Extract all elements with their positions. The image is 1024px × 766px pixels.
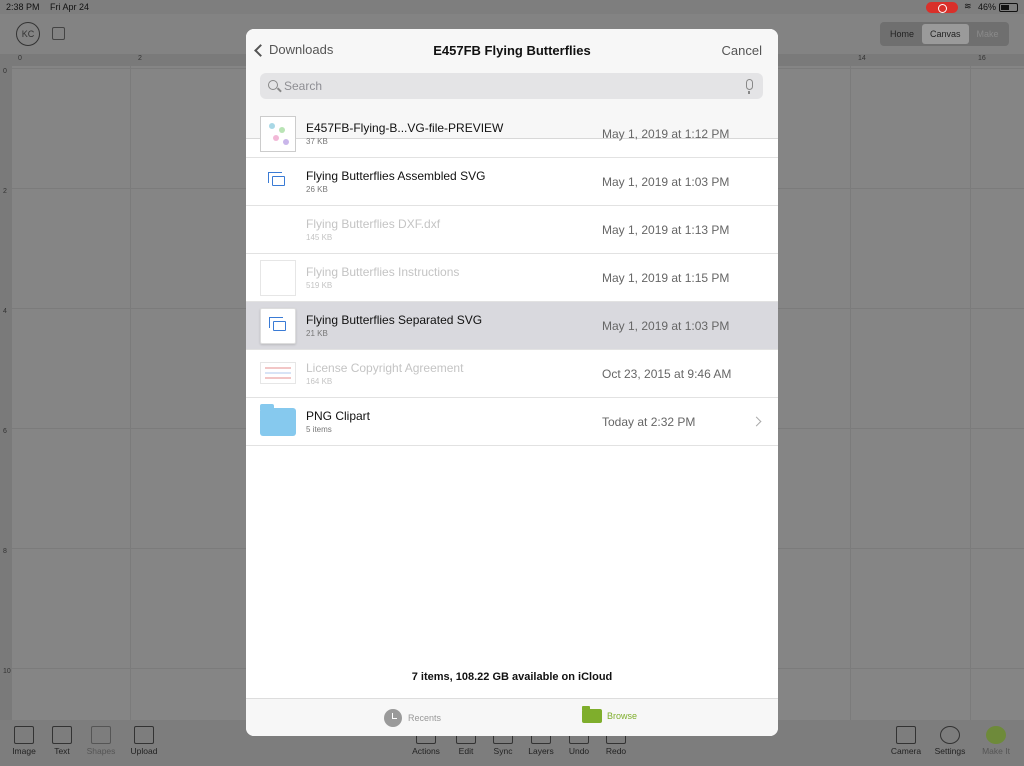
- clock-icon: [384, 709, 402, 727]
- cancel-button[interactable]: Cancel: [722, 43, 762, 58]
- tab-recents-label: Recents: [408, 713, 442, 723]
- picker-title: E457FB Flying Butterflies: [433, 43, 591, 58]
- shapes-button[interactable]: Shapes: [79, 726, 123, 756]
- make-it-button[interactable]: Make It: [974, 726, 1018, 756]
- avatar[interactable]: KC: [16, 22, 40, 46]
- storage-info: 7 items, 108.22 GB available on iCloud: [411, 671, 613, 683]
- file-size: 21 KB: [306, 329, 328, 338]
- file-name: Flying Butterflies Separated SVG: [306, 313, 483, 327]
- camera-icon: [896, 726, 916, 744]
- settings-button[interactable]: Settings: [928, 726, 972, 756]
- file-picker-modal: Downloads E457FB Flying Butterflies Canc…: [246, 29, 778, 736]
- gear-icon: [940, 726, 960, 744]
- file-row-selected[interactable]: Flying Butterflies Separated SVG 21 KB M…: [246, 302, 778, 350]
- folder-item-count: 5 items: [306, 425, 332, 434]
- ruler-mark: 0: [3, 68, 7, 75]
- camera-button[interactable]: Camera: [884, 726, 928, 756]
- status-bar: 2:38 PM Fri Apr 24 ≋ 46%: [0, 0, 1024, 14]
- search-input[interactable]: [284, 76, 734, 96]
- file-row-disabled: License Copyright Agreement 164 KB Oct 2…: [246, 350, 778, 398]
- file-name: License Copyright Agreement: [306, 361, 464, 375]
- battery-percent: 46%: [978, 2, 997, 12]
- ruler-mark: 8: [3, 548, 7, 555]
- file-list: E457FB-Flying-B...VG-file-PREVIEW 37 KB …: [246, 110, 778, 446]
- file-row-disabled: Flying Butterflies DXF.dxf 145 KB May 1,…: [246, 206, 778, 254]
- license-thumbnail-icon: [260, 362, 296, 384]
- file-row[interactable]: E457FB-Flying-B...VG-file-PREVIEW 37 KB …: [246, 110, 778, 158]
- chevron-right-icon: [751, 416, 762, 427]
- folder-name: PNG Clipart: [306, 409, 371, 423]
- folder-row[interactable]: PNG Clipart 5 items Today at 2:32 PM: [246, 398, 778, 446]
- picker-tab-bar: Recents Browse: [246, 698, 778, 736]
- svg-file-icon: [260, 308, 296, 344]
- save-icon[interactable]: [52, 27, 65, 40]
- search-bar[interactable]: [260, 73, 763, 99]
- battery-icon: [999, 3, 1018, 12]
- folder-icon: [260, 404, 296, 436]
- upload-button[interactable]: Upload: [122, 726, 166, 756]
- ruler-mark: 10: [3, 668, 11, 675]
- file-date: May 1, 2019 at 1:03 PM: [602, 319, 730, 333]
- file-name: E457FB-Flying-B...VG-file-PREVIEW: [306, 121, 504, 135]
- svg-file-icon: [260, 164, 296, 200]
- file-name: Flying Butterflies Instructions: [306, 265, 460, 279]
- file-size: 37 KB: [306, 137, 328, 146]
- shapes-icon: [91, 726, 111, 744]
- make-it-icon: [986, 726, 1006, 744]
- ruler-mark: 6: [3, 428, 7, 435]
- ruler-mark: 2: [138, 55, 142, 62]
- file-date: May 1, 2019 at 1:15 PM: [602, 271, 730, 285]
- file-row-disabled: Flying Butterflies Instructions 519 KB M…: [246, 254, 778, 302]
- microphone-icon[interactable]: [746, 79, 753, 94]
- segment-canvas[interactable]: Canvas: [922, 24, 969, 44]
- folder-date: Today at 2:32 PM: [602, 415, 696, 429]
- file-row[interactable]: Flying Butterflies Assembled SVG 26 KB M…: [246, 158, 778, 206]
- file-size: 26 KB: [306, 185, 328, 194]
- file-size: 145 KB: [306, 233, 333, 242]
- ruler-left: 0 2 4 6 8 10: [0, 54, 12, 720]
- file-name: Flying Butterflies Assembled SVG: [306, 169, 486, 183]
- status-date: Fri Apr 24: [50, 2, 90, 12]
- image-thumbnail-icon: [260, 116, 296, 152]
- mode-segmented-control: Home Canvas Make: [880, 22, 1009, 46]
- ruler-mark: 0: [18, 55, 22, 62]
- document-thumbnail-icon: [260, 260, 296, 296]
- folder-icon: [582, 706, 602, 723]
- segment-make[interactable]: Make: [969, 24, 1007, 44]
- upload-icon: [134, 726, 154, 744]
- search-icon: [268, 80, 278, 90]
- file-size: 519 KB: [306, 281, 333, 290]
- dxf-file-icon: [260, 212, 296, 248]
- file-date: May 1, 2019 at 1:13 PM: [602, 223, 730, 237]
- tab-recents[interactable]: Recents: [384, 709, 441, 727]
- tab-browse-label: Browse: [607, 711, 638, 721]
- image-icon: [14, 726, 34, 744]
- segment-home[interactable]: Home: [882, 24, 922, 44]
- file-date: May 1, 2019 at 1:03 PM: [602, 175, 730, 189]
- file-date: Oct 23, 2015 at 9:46 AM: [602, 367, 732, 381]
- status-time: 2:38 PM: [6, 2, 40, 12]
- text-icon: [52, 726, 72, 744]
- file-size: 164 KB: [306, 377, 333, 386]
- file-date: May 1, 2019 at 1:12 PM: [602, 127, 730, 141]
- wifi-icon: ≋: [964, 1, 972, 11]
- ruler-mark: 2: [3, 188, 7, 195]
- text-button[interactable]: Text: [40, 726, 84, 756]
- file-name: Flying Butterflies DXF.dxf: [306, 217, 441, 231]
- tab-browse[interactable]: Browse: [582, 706, 638, 723]
- ruler-mark: 4: [3, 308, 7, 315]
- screen-record-icon: [926, 2, 958, 13]
- ruler-mark: 14: [858, 55, 866, 62]
- ruler-mark: 16: [978, 55, 986, 62]
